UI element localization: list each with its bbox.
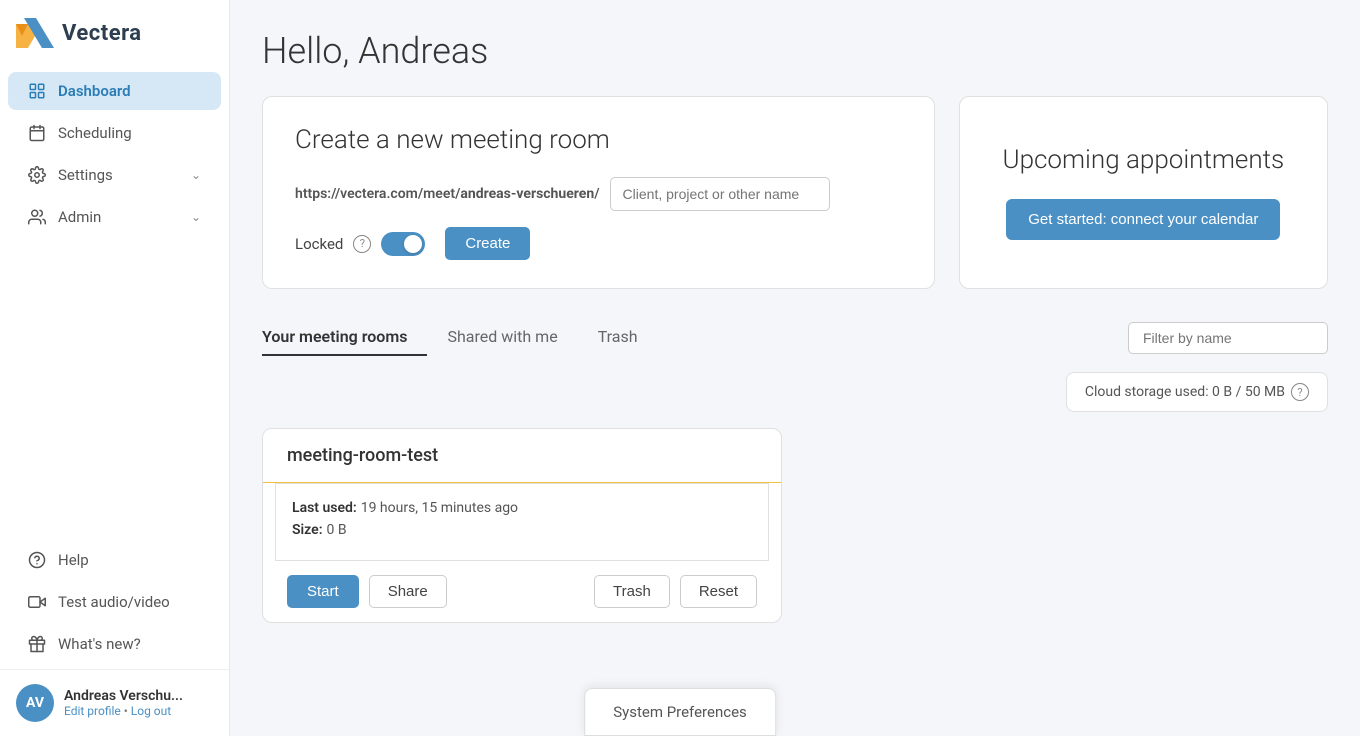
avatar: AV (16, 684, 54, 722)
create-meeting-room-card: Create a new meeting room https://vecter… (262, 96, 935, 289)
room-name-input[interactable] (610, 177, 830, 211)
sidebar-item-dashboard[interactable]: Dashboard (8, 72, 221, 110)
reset-button[interactable]: Reset (680, 575, 757, 608)
cloud-storage-badge: Cloud storage used: 0 B / 50 MB ? (1066, 372, 1328, 412)
last-used-row: Last used: 19 hours, 15 minutes ago (292, 500, 752, 516)
edit-profile-link[interactable]: Edit profile (64, 704, 121, 718)
sidebar-item-label: Help (58, 551, 89, 569)
system-preferences-label: System Preferences (613, 703, 747, 721)
settings-icon (28, 166, 46, 184)
user-name: Andreas Verschu... (64, 688, 183, 704)
room-card-footer: Start Share Trash Reset (263, 561, 781, 622)
room-card-actions-right: Trash Reset (594, 575, 757, 608)
sidebar-item-help[interactable]: Help (8, 541, 221, 579)
size-value: 0 B (327, 522, 347, 538)
logo-text: Vectera (62, 21, 142, 46)
tab-trash[interactable]: Trash (598, 319, 658, 356)
sidebar-item-label: Scheduling (58, 124, 132, 142)
logo: Vectera (0, 0, 229, 66)
share-button[interactable]: Share (369, 575, 447, 608)
locked-row: Locked ? Create (295, 227, 902, 260)
vectera-logo-icon (16, 18, 54, 48)
sidebar-item-settings[interactable]: Settings ⌄ (8, 156, 221, 194)
sidebar-item-label: Dashboard (58, 82, 131, 100)
room-name: meeting-room-test (287, 445, 438, 466)
trash-button[interactable]: Trash (594, 575, 670, 608)
sidebar-item-admin[interactable]: Admin ⌄ (8, 198, 221, 236)
url-base: https://vectera.com/meet/andreas-verschu… (295, 186, 600, 202)
cloud-storage-help-icon[interactable]: ? (1291, 383, 1309, 401)
logout-link[interactable]: Log out (131, 704, 171, 718)
user-profile: AV Andreas Verschu... Edit profile • Log… (0, 669, 229, 736)
gift-icon (28, 635, 46, 653)
sidebar-item-label: What's new? (58, 635, 141, 653)
sidebar: Vectera Dashboard Scheduling Settings ⌄ (0, 0, 230, 736)
locked-help-icon[interactable]: ? (353, 235, 371, 253)
sidebar-item-scheduling[interactable]: Scheduling (8, 114, 221, 152)
cloud-storage-label: Cloud storage used: 0 B / 50 MB (1085, 384, 1285, 400)
locked-toggle[interactable] (381, 232, 425, 256)
create-button[interactable]: Create (445, 227, 530, 260)
upcoming-appointments-card: Upcoming appointments Get started: conne… (959, 96, 1328, 289)
locked-label: Locked (295, 235, 343, 253)
sidebar-item-whats-new[interactable]: What's new? (8, 625, 221, 663)
sidebar-item-label: Settings (58, 166, 113, 184)
upcoming-title: Upcoming appointments (1003, 145, 1285, 175)
cloud-storage-row: Cloud storage used: 0 B / 50 MB ? (262, 372, 1328, 412)
room-card-header: meeting-room-test (263, 429, 781, 483)
sidebar-item-label: Test audio/video (58, 593, 170, 611)
filter-input[interactable] (1128, 322, 1328, 354)
video-icon (28, 593, 46, 611)
tab-shared-with-me[interactable]: Shared with me (447, 319, 577, 356)
size-label: Size: (292, 522, 323, 538)
toggle-thumb (404, 235, 422, 253)
url-input-row: https://vectera.com/meet/andreas-verschu… (295, 177, 902, 211)
tabs-row: Your meeting rooms Shared with me Trash (262, 319, 1328, 356)
page-title: Hello, Andreas (262, 30, 1328, 72)
start-button[interactable]: Start (287, 575, 359, 608)
connect-calendar-button[interactable]: Get started: connect your calendar (1006, 199, 1280, 240)
last-used-label: Last used: (292, 500, 357, 516)
sidebar-navigation: Dashboard Scheduling Settings ⌄ Admin ⌄ (0, 66, 229, 669)
top-row: Create a new meeting room https://vecter… (262, 96, 1328, 289)
admin-icon (28, 208, 46, 226)
settings-chevron-icon: ⌄ (191, 168, 201, 182)
meeting-room-card: meeting-room-test Last used: 19 hours, 1… (262, 428, 782, 623)
user-links: Edit profile • Log out (64, 704, 183, 718)
help-icon (28, 551, 46, 569)
user-info: Andreas Verschu... Edit profile • Log ou… (64, 688, 183, 718)
main-content: Hello, Andreas Create a new meeting room… (230, 0, 1360, 736)
sidebar-item-test-audio-video[interactable]: Test audio/video (8, 583, 221, 621)
scheduling-icon (28, 124, 46, 142)
tab-your-meeting-rooms[interactable]: Your meeting rooms (262, 319, 427, 356)
admin-chevron-icon: ⌄ (191, 210, 201, 224)
create-card-title: Create a new meeting room (295, 125, 902, 155)
room-card-body: Last used: 19 hours, 15 minutes ago Size… (275, 483, 769, 561)
system-preferences-popup[interactable]: System Preferences (584, 688, 776, 736)
dashboard-icon (28, 82, 46, 100)
size-row: Size: 0 B (292, 522, 752, 538)
sidebar-item-label: Admin (58, 208, 101, 226)
last-used-value: 19 hours, 15 minutes ago (361, 500, 518, 516)
